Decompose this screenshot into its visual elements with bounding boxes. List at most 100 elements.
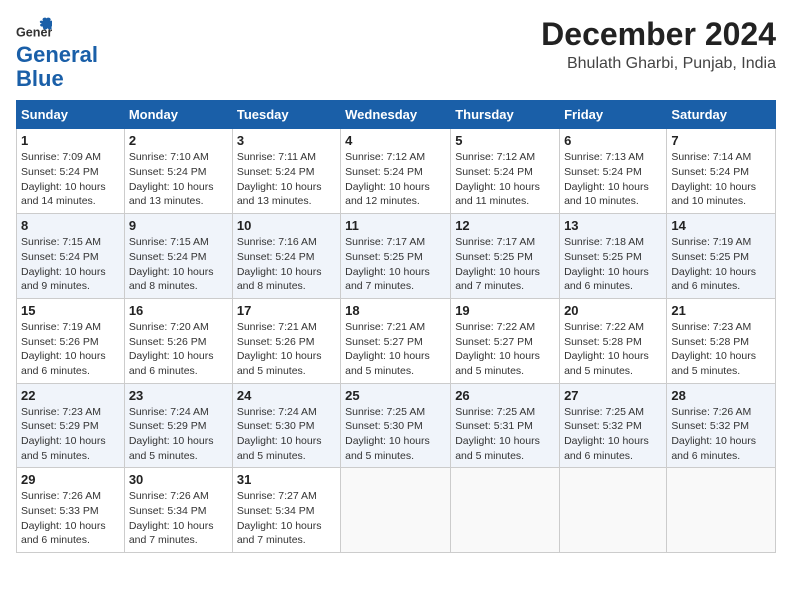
calendar-cell: 8 Sunrise: 7:15 AM Sunset: 5:24 PM Daylig…	[17, 214, 125, 299]
calendar-cell: 11 Sunrise: 7:17 AM Sunset: 5:25 PM Dayli…	[341, 214, 451, 299]
day-number: 19	[455, 303, 555, 318]
header: General General Blue December 2024 Bhula…	[16, 16, 776, 90]
day-info: Sunrise: 7:17 AM Sunset: 5:25 PM Dayligh…	[345, 235, 446, 294]
day-info: Sunrise: 7:22 AM Sunset: 5:27 PM Dayligh…	[455, 320, 555, 379]
week-row-4: 22Sunrise: 7:23 AM Sunset: 5:29 PM Dayli…	[17, 383, 776, 468]
weekday-thursday: Thursday	[451, 101, 560, 129]
day-number: 29	[21, 472, 120, 487]
day-number: 20	[564, 303, 662, 318]
weekday-header-row: SundayMondayTuesdayWednesdayThursdayFrid…	[17, 101, 776, 129]
day-number: 24	[237, 388, 336, 403]
day-number: 14	[671, 218, 771, 233]
calendar-cell: 2 Sunrise: 7:10 AM Sunset: 5:24 PM Daylig…	[124, 129, 232, 214]
calendar-cell	[341, 468, 451, 553]
day-info: Sunrise: 7:23 AM Sunset: 5:28 PM Dayligh…	[671, 320, 771, 379]
day-number: 17	[237, 303, 336, 318]
day-info: Sunrise: 7:17 AM Sunset: 5:25 PM Dayligh…	[455, 235, 555, 294]
day-info: Sunrise: 7:26 AM Sunset: 5:33 PM Dayligh…	[21, 489, 120, 548]
day-info: Sunrise: 7:21 AM Sunset: 5:27 PM Dayligh…	[345, 320, 446, 379]
calendar-cell: 9 Sunrise: 7:15 AM Sunset: 5:24 PM Daylig…	[124, 214, 232, 299]
day-info: Sunrise: 7:13 AM Sunset: 5:24 PM Dayligh…	[564, 150, 662, 209]
calendar-cell: 30 Sunrise: 7:26 AM Sunset: 5:34 PM Dayli…	[124, 468, 232, 553]
day-number: 23	[129, 388, 228, 403]
day-number: 15	[21, 303, 120, 318]
day-info: Sunrise: 7:19 AM Sunset: 5:26 PM Dayligh…	[21, 320, 120, 379]
weekday-friday: Friday	[560, 101, 667, 129]
calendar-cell: 31 Sunrise: 7:27 AM Sunset: 5:34 PM Dayli…	[232, 468, 340, 553]
day-info: Sunrise: 7:12 AM Sunset: 5:24 PM Dayligh…	[345, 150, 446, 209]
day-number: 13	[564, 218, 662, 233]
day-number: 27	[564, 388, 662, 403]
weekday-tuesday: Tuesday	[232, 101, 340, 129]
day-info: Sunrise: 7:26 AM Sunset: 5:32 PM Dayligh…	[671, 405, 771, 464]
day-number: 16	[129, 303, 228, 318]
day-info: Sunrise: 7:15 AM Sunset: 5:24 PM Dayligh…	[21, 235, 120, 294]
day-number: 10	[237, 218, 336, 233]
day-number: 31	[237, 472, 336, 487]
logo-blue: Blue	[16, 68, 64, 90]
day-info: Sunrise: 7:10 AM Sunset: 5:24 PM Dayligh…	[129, 150, 228, 209]
day-number: 5	[455, 133, 555, 148]
calendar-cell: 29 Sunrise: 7:26 AM Sunset: 5:33 PM Dayli…	[17, 468, 125, 553]
day-info: Sunrise: 7:11 AM Sunset: 5:24 PM Dayligh…	[237, 150, 336, 209]
weekday-wednesday: Wednesday	[341, 101, 451, 129]
calendar-cell: 21 Sunrise: 7:23 AM Sunset: 5:28 PM Dayli…	[667, 298, 776, 383]
day-info: Sunrise: 7:26 AM Sunset: 5:34 PM Dayligh…	[129, 489, 228, 548]
week-row-2: 8 Sunrise: 7:15 AM Sunset: 5:24 PM Daylig…	[17, 214, 776, 299]
calendar-cell: 25Sunrise: 7:25 AM Sunset: 5:30 PM Dayli…	[341, 383, 451, 468]
day-info: Sunrise: 7:25 AM Sunset: 5:31 PM Dayligh…	[455, 405, 555, 464]
day-number: 28	[671, 388, 771, 403]
calendar-cell: 14 Sunrise: 7:19 AM Sunset: 5:25 PM Dayli…	[667, 214, 776, 299]
week-row-1: 1Sunrise: 7:09 AM Sunset: 5:24 PM Daylig…	[17, 129, 776, 214]
calendar-cell: 4 Sunrise: 7:12 AM Sunset: 5:24 PM Daylig…	[341, 129, 451, 214]
calendar-cell: 12 Sunrise: 7:17 AM Sunset: 5:25 PM Dayli…	[451, 214, 560, 299]
day-info: Sunrise: 7:21 AM Sunset: 5:26 PM Dayligh…	[237, 320, 336, 379]
calendar-cell: 5 Sunrise: 7:12 AM Sunset: 5:24 PM Daylig…	[451, 129, 560, 214]
day-number: 2	[129, 133, 228, 148]
day-number: 6	[564, 133, 662, 148]
calendar-cell	[667, 468, 776, 553]
calendar-cell: 13 Sunrise: 7:18 AM Sunset: 5:25 PM Dayli…	[560, 214, 667, 299]
calendar-cell: 17 Sunrise: 7:21 AM Sunset: 5:26 PM Dayli…	[232, 298, 340, 383]
calendar-cell: 10Sunrise: 7:16 AM Sunset: 5:24 PM Dayli…	[232, 214, 340, 299]
calendar-cell: 24Sunrise: 7:24 AM Sunset: 5:30 PM Dayli…	[232, 383, 340, 468]
day-number: 3	[237, 133, 336, 148]
calendar-cell: 15 Sunrise: 7:19 AM Sunset: 5:26 PM Dayli…	[17, 298, 125, 383]
day-number: 26	[455, 388, 555, 403]
day-info: Sunrise: 7:22 AM Sunset: 5:28 PM Dayligh…	[564, 320, 662, 379]
weekday-saturday: Saturday	[667, 101, 776, 129]
day-info: Sunrise: 7:27 AM Sunset: 5:34 PM Dayligh…	[237, 489, 336, 548]
day-number: 7	[671, 133, 771, 148]
month-title: December 2024	[541, 16, 776, 53]
calendar-cell: 16 Sunrise: 7:20 AM Sunset: 5:26 PM Dayli…	[124, 298, 232, 383]
day-number: 18	[345, 303, 446, 318]
day-info: Sunrise: 7:25 AM Sunset: 5:32 PM Dayligh…	[564, 405, 662, 464]
day-info: Sunrise: 7:20 AM Sunset: 5:26 PM Dayligh…	[129, 320, 228, 379]
day-info: Sunrise: 7:23 AM Sunset: 5:29 PM Dayligh…	[21, 405, 120, 464]
logo: General General Blue	[16, 16, 98, 90]
calendar-cell: 22Sunrise: 7:23 AM Sunset: 5:29 PM Dayli…	[17, 383, 125, 468]
calendar-cell: 20 Sunrise: 7:22 AM Sunset: 5:28 PM Dayli…	[560, 298, 667, 383]
day-info: Sunrise: 7:14 AM Sunset: 5:24 PM Dayligh…	[671, 150, 771, 209]
calendar-cell: 19 Sunrise: 7:22 AM Sunset: 5:27 PM Dayli…	[451, 298, 560, 383]
day-number: 4	[345, 133, 446, 148]
calendar: SundayMondayTuesdayWednesdayThursdayFrid…	[16, 100, 776, 553]
day-info: Sunrise: 7:19 AM Sunset: 5:25 PM Dayligh…	[671, 235, 771, 294]
logo-general: General	[16, 42, 98, 67]
day-number: 11	[345, 218, 446, 233]
day-number: 30	[129, 472, 228, 487]
weekday-monday: Monday	[124, 101, 232, 129]
day-number: 12	[455, 218, 555, 233]
day-info: Sunrise: 7:18 AM Sunset: 5:25 PM Dayligh…	[564, 235, 662, 294]
day-info: Sunrise: 7:15 AM Sunset: 5:24 PM Dayligh…	[129, 235, 228, 294]
calendar-cell	[560, 468, 667, 553]
day-info: Sunrise: 7:12 AM Sunset: 5:24 PM Dayligh…	[455, 150, 555, 209]
calendar-cell	[451, 468, 560, 553]
calendar-cell: 18 Sunrise: 7:21 AM Sunset: 5:27 PM Dayli…	[341, 298, 451, 383]
day-number: 9	[129, 218, 228, 233]
week-row-5: 29 Sunrise: 7:26 AM Sunset: 5:33 PM Dayli…	[17, 468, 776, 553]
day-number: 21	[671, 303, 771, 318]
title-area: December 2024 Bhulath Gharbi, Punjab, In…	[541, 16, 776, 73]
calendar-cell: 23Sunrise: 7:24 AM Sunset: 5:29 PM Dayli…	[124, 383, 232, 468]
day-number: 8	[21, 218, 120, 233]
